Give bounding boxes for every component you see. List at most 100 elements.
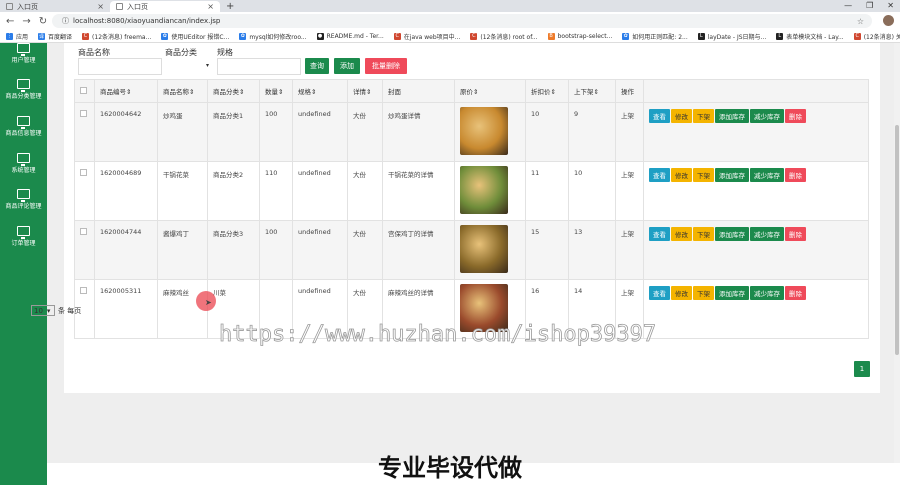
reduce-stock-button[interactable]: 减少库存 (750, 286, 784, 300)
bookmark-item[interactable]: ✿ 使用UEditor 报错C... (161, 32, 229, 41)
bookmark-apps[interactable]: ⋮ 应用 (6, 32, 28, 41)
tab-title: 入口页 (127, 2, 148, 11)
scrollbar-thumb[interactable] (895, 125, 899, 355)
row-checkbox[interactable] (80, 287, 87, 294)
reduce-stock-button[interactable]: 减少库存 (750, 227, 784, 241)
back-icon[interactable]: ← (6, 16, 14, 27)
off-shelf-button[interactable]: 下架 (693, 286, 714, 300)
reload-icon[interactable]: ↻ (39, 16, 47, 27)
browser-tab-active[interactable]: 入口页 × (110, 1, 220, 12)
row-checkbox[interactable] (80, 110, 87, 117)
cell-cover (454, 161, 526, 221)
maximize-icon[interactable]: ❐ (866, 0, 873, 11)
column-header[interactable]: 商品分类⇕ (207, 79, 260, 103)
close-tab-icon[interactable]: × (97, 2, 104, 11)
page-size-select[interactable]: 10 ▾ (31, 305, 55, 316)
edit-button[interactable]: 修改 (671, 227, 692, 241)
add-stock-button[interactable]: 添加库存 (715, 286, 749, 300)
browser-tab[interactable]: 入口页 × (0, 1, 110, 12)
sidebar-item-system[interactable]: 系统管理 (0, 153, 47, 183)
off-shelf-button[interactable]: 下架 (693, 168, 714, 182)
bookmark-item[interactable]: Bbootstrap-select... (547, 32, 613, 40)
column-header[interactable]: 详情⇕ (347, 79, 383, 103)
sidebar-item-orders[interactable]: 订单管理 (0, 226, 47, 256)
delete-button[interactable]: 删除 (785, 168, 806, 182)
edit-button[interactable]: 修改 (671, 286, 692, 300)
add-stock-button[interactable]: 添加库存 (715, 168, 749, 182)
query-button[interactable]: 查询 (305, 58, 329, 74)
column-header[interactable]: 原价⇕ (454, 79, 526, 103)
column-header[interactable]: 上下架⇕ (568, 79, 616, 103)
column-header[interactable]: 数量⇕ (259, 79, 293, 103)
bookmark-item[interactable]: L 表单模块文档 - Lay... (776, 32, 844, 41)
reduce-stock-button[interactable]: 减少库存 (750, 109, 784, 123)
close-window-icon[interactable]: ✕ (887, 0, 894, 11)
bookmark-star-icon[interactable]: ☆ (857, 17, 864, 26)
batch-delete-button[interactable]: 批量删除 (365, 58, 407, 74)
sidebar-item-label: 商品信息管理 (5, 130, 42, 137)
bookmark-item[interactable]: 译百度翻译 (38, 32, 72, 41)
spec-filter-input[interactable] (217, 58, 301, 75)
bookmark-item[interactable]: LlayDate - JS日期与... (697, 32, 766, 41)
food-thumbnail[interactable] (460, 225, 508, 273)
monitor-icon (17, 189, 30, 202)
bookmark-label: README.md - Ter... (326, 32, 384, 40)
bookmark-item[interactable]: C (12条消息) freema... (82, 32, 151, 41)
add-stock-button[interactable]: 添加库存 (715, 227, 749, 241)
category-filter-label: 商品分类 (165, 48, 197, 57)
cell-detail: 大份 (347, 220, 383, 280)
row-checkbox[interactable] (80, 169, 87, 176)
info-icon[interactable]: ⓘ (62, 16, 69, 26)
column-header[interactable]: 规格⇕ (292, 79, 348, 103)
monitor-icon (17, 226, 30, 239)
delete-button[interactable]: 删除 (785, 286, 806, 300)
row-checkbox[interactable] (80, 228, 87, 235)
url-field[interactable]: ⓘ localhost:8080/xiaoyuandiancan/index.j… (52, 14, 872, 28)
bookmark-label: bootstrap-select... (557, 32, 613, 40)
delete-button[interactable]: 删除 (785, 109, 806, 123)
cell-category: 商品分类2 (207, 161, 260, 221)
add-button[interactable]: 添加 (334, 58, 360, 74)
add-stock-button[interactable]: 添加库存 (715, 109, 749, 123)
column-header[interactable]: 折扣价⇕ (525, 79, 569, 103)
bookmark-item[interactable]: C(12条消息) 关于lay... (853, 32, 900, 41)
sidebar-item-users[interactable]: 用户管理 (0, 43, 47, 73)
sidebar-item-products[interactable]: 商品信息管理 (0, 116, 47, 146)
minimize-icon[interactable]: — (844, 0, 852, 11)
close-tab-icon[interactable]: × (207, 2, 214, 11)
column-header[interactable]: 商品编号⇕ (94, 79, 158, 103)
sidebar-item-category[interactable]: 商品分类管理 (0, 79, 47, 109)
page-button-current[interactable]: 1 (854, 361, 870, 377)
name-filter-input[interactable] (78, 58, 162, 75)
bookmark-label: mysql如何修改roo... (249, 33, 307, 41)
view-button[interactable]: 查看 (649, 286, 670, 300)
bookmark-item[interactable]: ● README.md - Ter... (316, 32, 384, 40)
view-button[interactable]: 查看 (649, 227, 670, 241)
new-tab-icon[interactable]: + (226, 1, 234, 12)
reduce-stock-button[interactable]: 减少库存 (750, 168, 784, 182)
view-button[interactable]: 查看 (649, 168, 670, 182)
edit-button[interactable]: 修改 (671, 109, 692, 123)
bookmark-item[interactable]: ✿ mysql如何修改roo... (239, 32, 307, 41)
edit-button[interactable]: 修改 (671, 168, 692, 182)
off-shelf-button[interactable]: 下架 (693, 109, 714, 123)
sidebar-item-comments[interactable]: 商品评论管理 (0, 189, 47, 219)
off-shelf-button[interactable]: 下架 (693, 227, 714, 241)
category-filter-select[interactable] (165, 58, 217, 75)
delete-button[interactable]: 删除 (785, 227, 806, 241)
food-thumbnail[interactable] (460, 107, 508, 155)
food-thumbnail[interactable] (460, 166, 508, 214)
profile-avatar[interactable] (883, 15, 894, 26)
page-scrollbar[interactable] (894, 43, 900, 463)
bookmark-label: 百度翻译 (48, 33, 73, 41)
forward-icon[interactable]: → (22, 16, 30, 27)
csdn-icon: C (470, 32, 478, 40)
bookmark-label: (12条消息) freema... (92, 33, 152, 41)
bookmark-item[interactable]: C 在java web项目中... (393, 32, 460, 41)
bookmarks-bar: ⋮ 应用 译百度翻译 C (12条消息) freema... ✿ 使用UEditor … (0, 30, 900, 43)
select-all-checkbox[interactable] (80, 86, 87, 94)
bookmark-item[interactable]: ✿ 如何用正则匹配: 2... (622, 32, 688, 41)
column-header[interactable]: 商品名称⇕ (157, 79, 208, 103)
bookmark-item[interactable]: C (12条消息) root of... (470, 32, 538, 41)
view-button[interactable]: 查看 (649, 109, 670, 123)
